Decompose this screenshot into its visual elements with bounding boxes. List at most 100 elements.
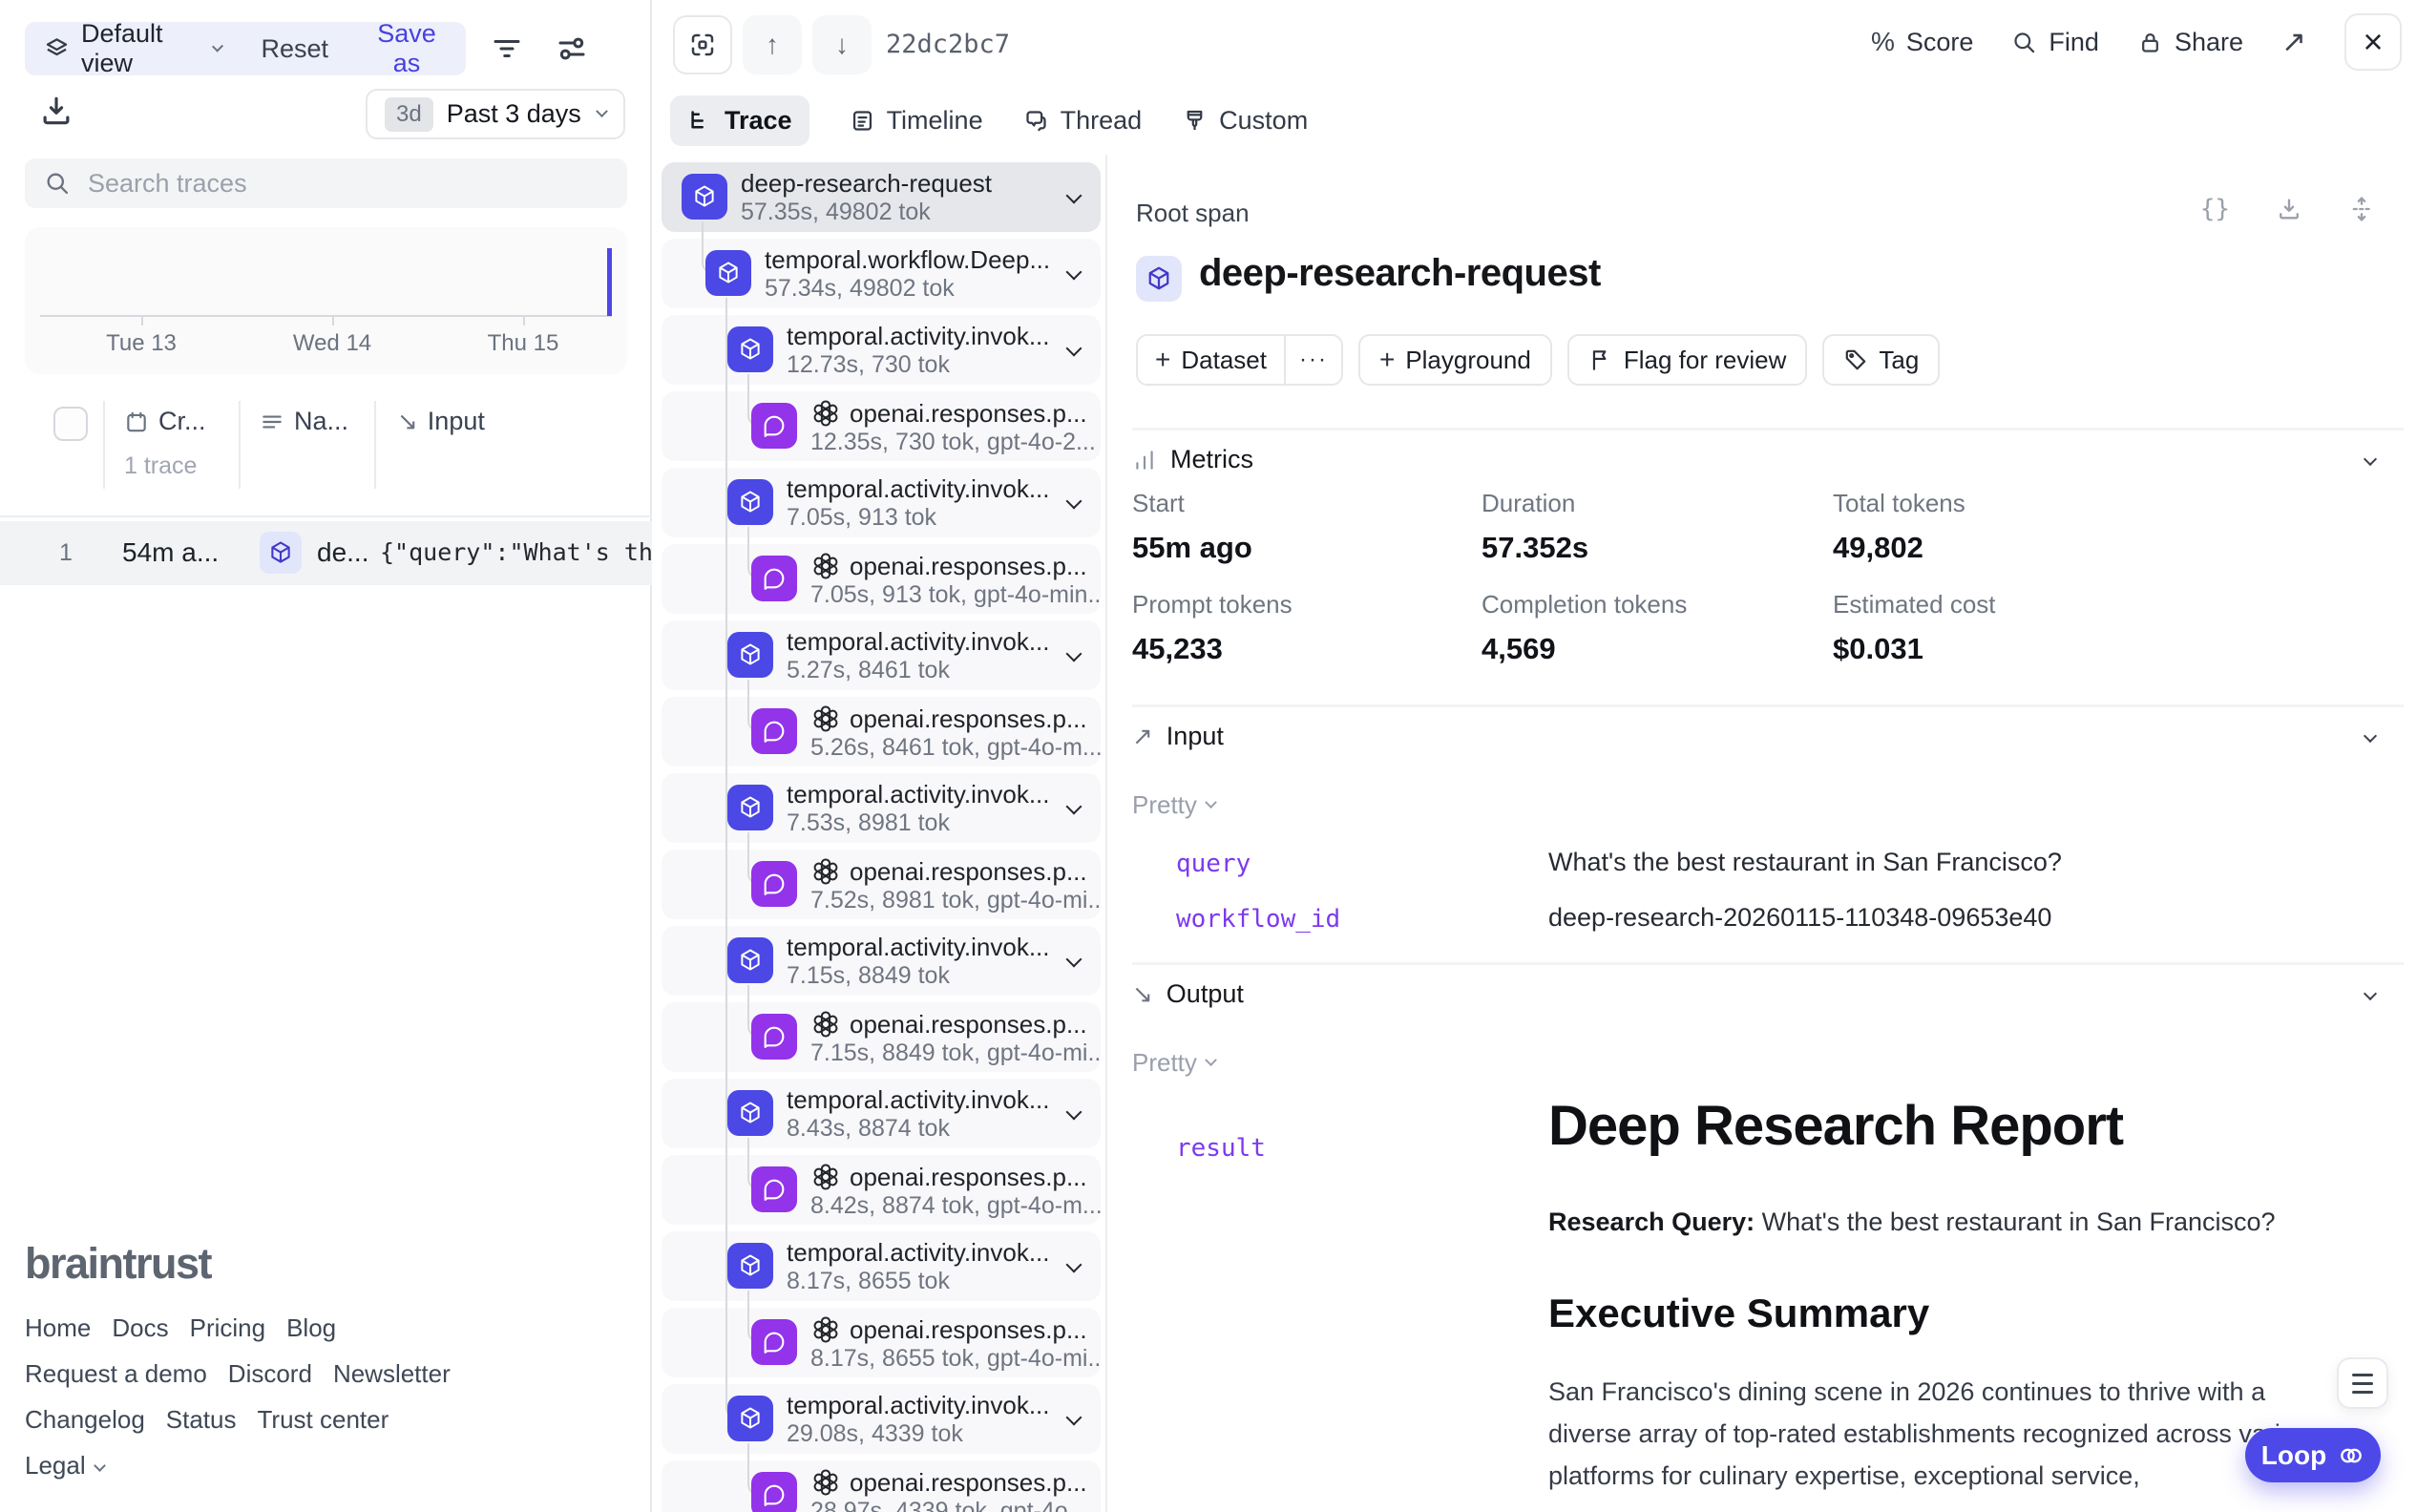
collapse-metrics-chevron[interactable] bbox=[2364, 452, 2377, 466]
lock-icon bbox=[2137, 30, 2163, 55]
score-button[interactable]: %Score bbox=[1871, 27, 1973, 57]
trace-span-row[interactable]: openai.responses.p...28.97s, 4339 tok, g… bbox=[662, 1460, 1101, 1512]
collapse-span-chevron[interactable] bbox=[1066, 341, 1082, 357]
llm-span-icon bbox=[751, 1014, 797, 1060]
expand-rows-icon[interactable] bbox=[2348, 196, 2375, 222]
collapse-span-chevron[interactable] bbox=[1066, 188, 1082, 204]
span-name: temporal.activity.invok... bbox=[787, 627, 1050, 657]
json-view-icon[interactable]: {} bbox=[2200, 195, 2230, 223]
plus-icon: + bbox=[1155, 345, 1170, 375]
span-icon bbox=[727, 1396, 773, 1441]
chevron-down-icon bbox=[94, 1460, 106, 1472]
input-format-dropdown[interactable]: Pretty bbox=[1132, 790, 1215, 820]
dataset-more-button[interactable]: ··· bbox=[1284, 336, 1341, 384]
share-button[interactable]: Share bbox=[2137, 28, 2243, 57]
previous-span-button[interactable]: ↑ bbox=[743, 15, 802, 74]
llm-span-icon bbox=[751, 708, 797, 754]
save-as-button[interactable]: Save as bbox=[367, 19, 447, 78]
focus-mode-button[interactable] bbox=[673, 15, 732, 74]
search-input[interactable]: Search traces bbox=[25, 158, 627, 208]
next-span-button[interactable]: ↓ bbox=[812, 15, 872, 74]
trace-table-row[interactable]: 1 54m a... de... {"query":"What's th bbox=[0, 521, 652, 585]
collapse-span-chevron[interactable] bbox=[1066, 494, 1082, 510]
sliders-icon[interactable] bbox=[555, 32, 589, 69]
input-section-header[interactable]: ↗ Input bbox=[1132, 722, 1224, 751]
collapse-span-chevron[interactable] bbox=[1066, 952, 1082, 968]
span-meta: 8.42s, 8874 tok, gpt-4o-m... bbox=[810, 1192, 1103, 1220]
column-input[interactable]: ↘ Input bbox=[397, 407, 485, 436]
span-meta: 57.34s, 49802 tok bbox=[765, 275, 1050, 303]
footer-link[interactable]: Newsletter bbox=[333, 1359, 451, 1389]
trace-span-row[interactable]: deep-research-request57.35s, 49802 tok bbox=[662, 162, 1101, 232]
span-name: temporal.workflow.Deep... bbox=[765, 245, 1050, 275]
collapse-span-chevron[interactable] bbox=[1066, 264, 1082, 281]
footer-link[interactable]: Trust center bbox=[258, 1405, 389, 1435]
tab-timeline[interactable]: Timeline bbox=[850, 95, 983, 146]
legal-link[interactable]: Legal bbox=[25, 1451, 104, 1480]
output-format-dropdown[interactable]: Pretty bbox=[1132, 1048, 1215, 1078]
llm-span-icon bbox=[751, 403, 797, 449]
collapse-span-chevron[interactable] bbox=[1066, 1257, 1082, 1273]
tag-button[interactable]: Tag bbox=[1822, 334, 1940, 386]
tab-thread[interactable]: Thread bbox=[1023, 95, 1143, 146]
playground-button[interactable]: +Playground bbox=[1358, 334, 1552, 386]
span-icon bbox=[682, 174, 727, 220]
footer-links-row: Home Docs Pricing Blog bbox=[25, 1313, 336, 1343]
collapse-input-chevron[interactable] bbox=[2364, 729, 2377, 743]
output-section-header[interactable]: ↘ Output bbox=[1132, 979, 1244, 1009]
add-to-dataset-button[interactable]: +Dataset bbox=[1138, 336, 1284, 384]
collapse-span-chevron[interactable] bbox=[1066, 1104, 1082, 1121]
footer-link[interactable]: Blog bbox=[286, 1313, 336, 1343]
close-button[interactable]: × bbox=[2344, 13, 2402, 71]
filter-icon[interactable] bbox=[490, 32, 524, 69]
report-title: Deep Research Report bbox=[1548, 1094, 2355, 1158]
collapse-span-chevron[interactable] bbox=[1066, 799, 1082, 815]
collapse-span-chevron[interactable] bbox=[1066, 646, 1082, 662]
trace-table-header: Cr... Na... ↘ Input 1 trace bbox=[0, 401, 652, 489]
column-label: Cr... bbox=[158, 407, 206, 436]
metrics-section-header[interactable]: Metrics bbox=[1132, 445, 1253, 474]
span-icon bbox=[727, 1090, 773, 1136]
span-name: temporal.activity.invok... bbox=[787, 474, 1050, 504]
reset-button[interactable]: Reset bbox=[262, 34, 329, 64]
time-range-button[interactable]: 3d Past 3 days bbox=[366, 89, 625, 139]
input-key: query bbox=[1176, 850, 1251, 878]
span-meta: 28.97s, 4339 tok, gpt-4o... bbox=[810, 1498, 1087, 1512]
root-span-label: Root span bbox=[1136, 199, 1250, 228]
footer-link[interactable]: Discord bbox=[228, 1359, 312, 1389]
page-menu-button[interactable] bbox=[2337, 1357, 2388, 1409]
tab-custom[interactable]: Custom bbox=[1182, 95, 1308, 146]
flag-for-review-button[interactable]: Flag for review bbox=[1567, 334, 1808, 386]
traces-histogram[interactable]: Tue 13 Wed 14 Thu 15 bbox=[25, 227, 627, 374]
collapse-span-chevron[interactable] bbox=[1066, 1410, 1082, 1426]
tree-icon bbox=[687, 108, 713, 134]
openai-icon bbox=[810, 856, 841, 887]
find-button[interactable]: Find bbox=[2011, 28, 2099, 57]
footer-link[interactable]: Request a demo bbox=[25, 1359, 207, 1389]
open-external-icon[interactable]: ↗ bbox=[2281, 25, 2306, 59]
footer-link[interactable]: Docs bbox=[112, 1313, 168, 1343]
llm-span-icon bbox=[751, 1319, 797, 1365]
collapse-output-chevron[interactable] bbox=[2364, 987, 2377, 1000]
span-name: openai.responses.p... bbox=[810, 704, 1103, 734]
span-name: openai.responses.p... bbox=[810, 856, 1103, 887]
footer-link[interactable]: Pricing bbox=[190, 1313, 265, 1343]
footer-link[interactable]: Home bbox=[25, 1313, 91, 1343]
view-selector[interactable]: Default view bbox=[81, 19, 202, 78]
download-icon[interactable] bbox=[2276, 196, 2302, 222]
view-tabs: Trace Timeline Thread Custom bbox=[670, 95, 1308, 146]
trace-id: 22dc2bc7 bbox=[886, 30, 1010, 59]
column-name[interactable]: Na... bbox=[260, 407, 348, 436]
loop-button[interactable]: Loop bbox=[2245, 1428, 2381, 1482]
select-all-checkbox[interactable] bbox=[53, 407, 88, 441]
arrow-up-right-icon: ↗ bbox=[1132, 722, 1153, 751]
column-created[interactable]: Cr... bbox=[124, 407, 206, 436]
tab-trace[interactable]: Trace bbox=[670, 95, 809, 146]
span-meta: 57.35s, 49802 tok bbox=[741, 199, 992, 226]
footer-link[interactable]: Changelog bbox=[25, 1405, 145, 1435]
column-label: Input bbox=[428, 407, 485, 436]
openai-icon bbox=[810, 1162, 841, 1192]
x-tick-label: Tue 13 bbox=[84, 330, 199, 357]
download-icon[interactable] bbox=[38, 93, 74, 132]
footer-link[interactable]: Status bbox=[166, 1405, 237, 1435]
